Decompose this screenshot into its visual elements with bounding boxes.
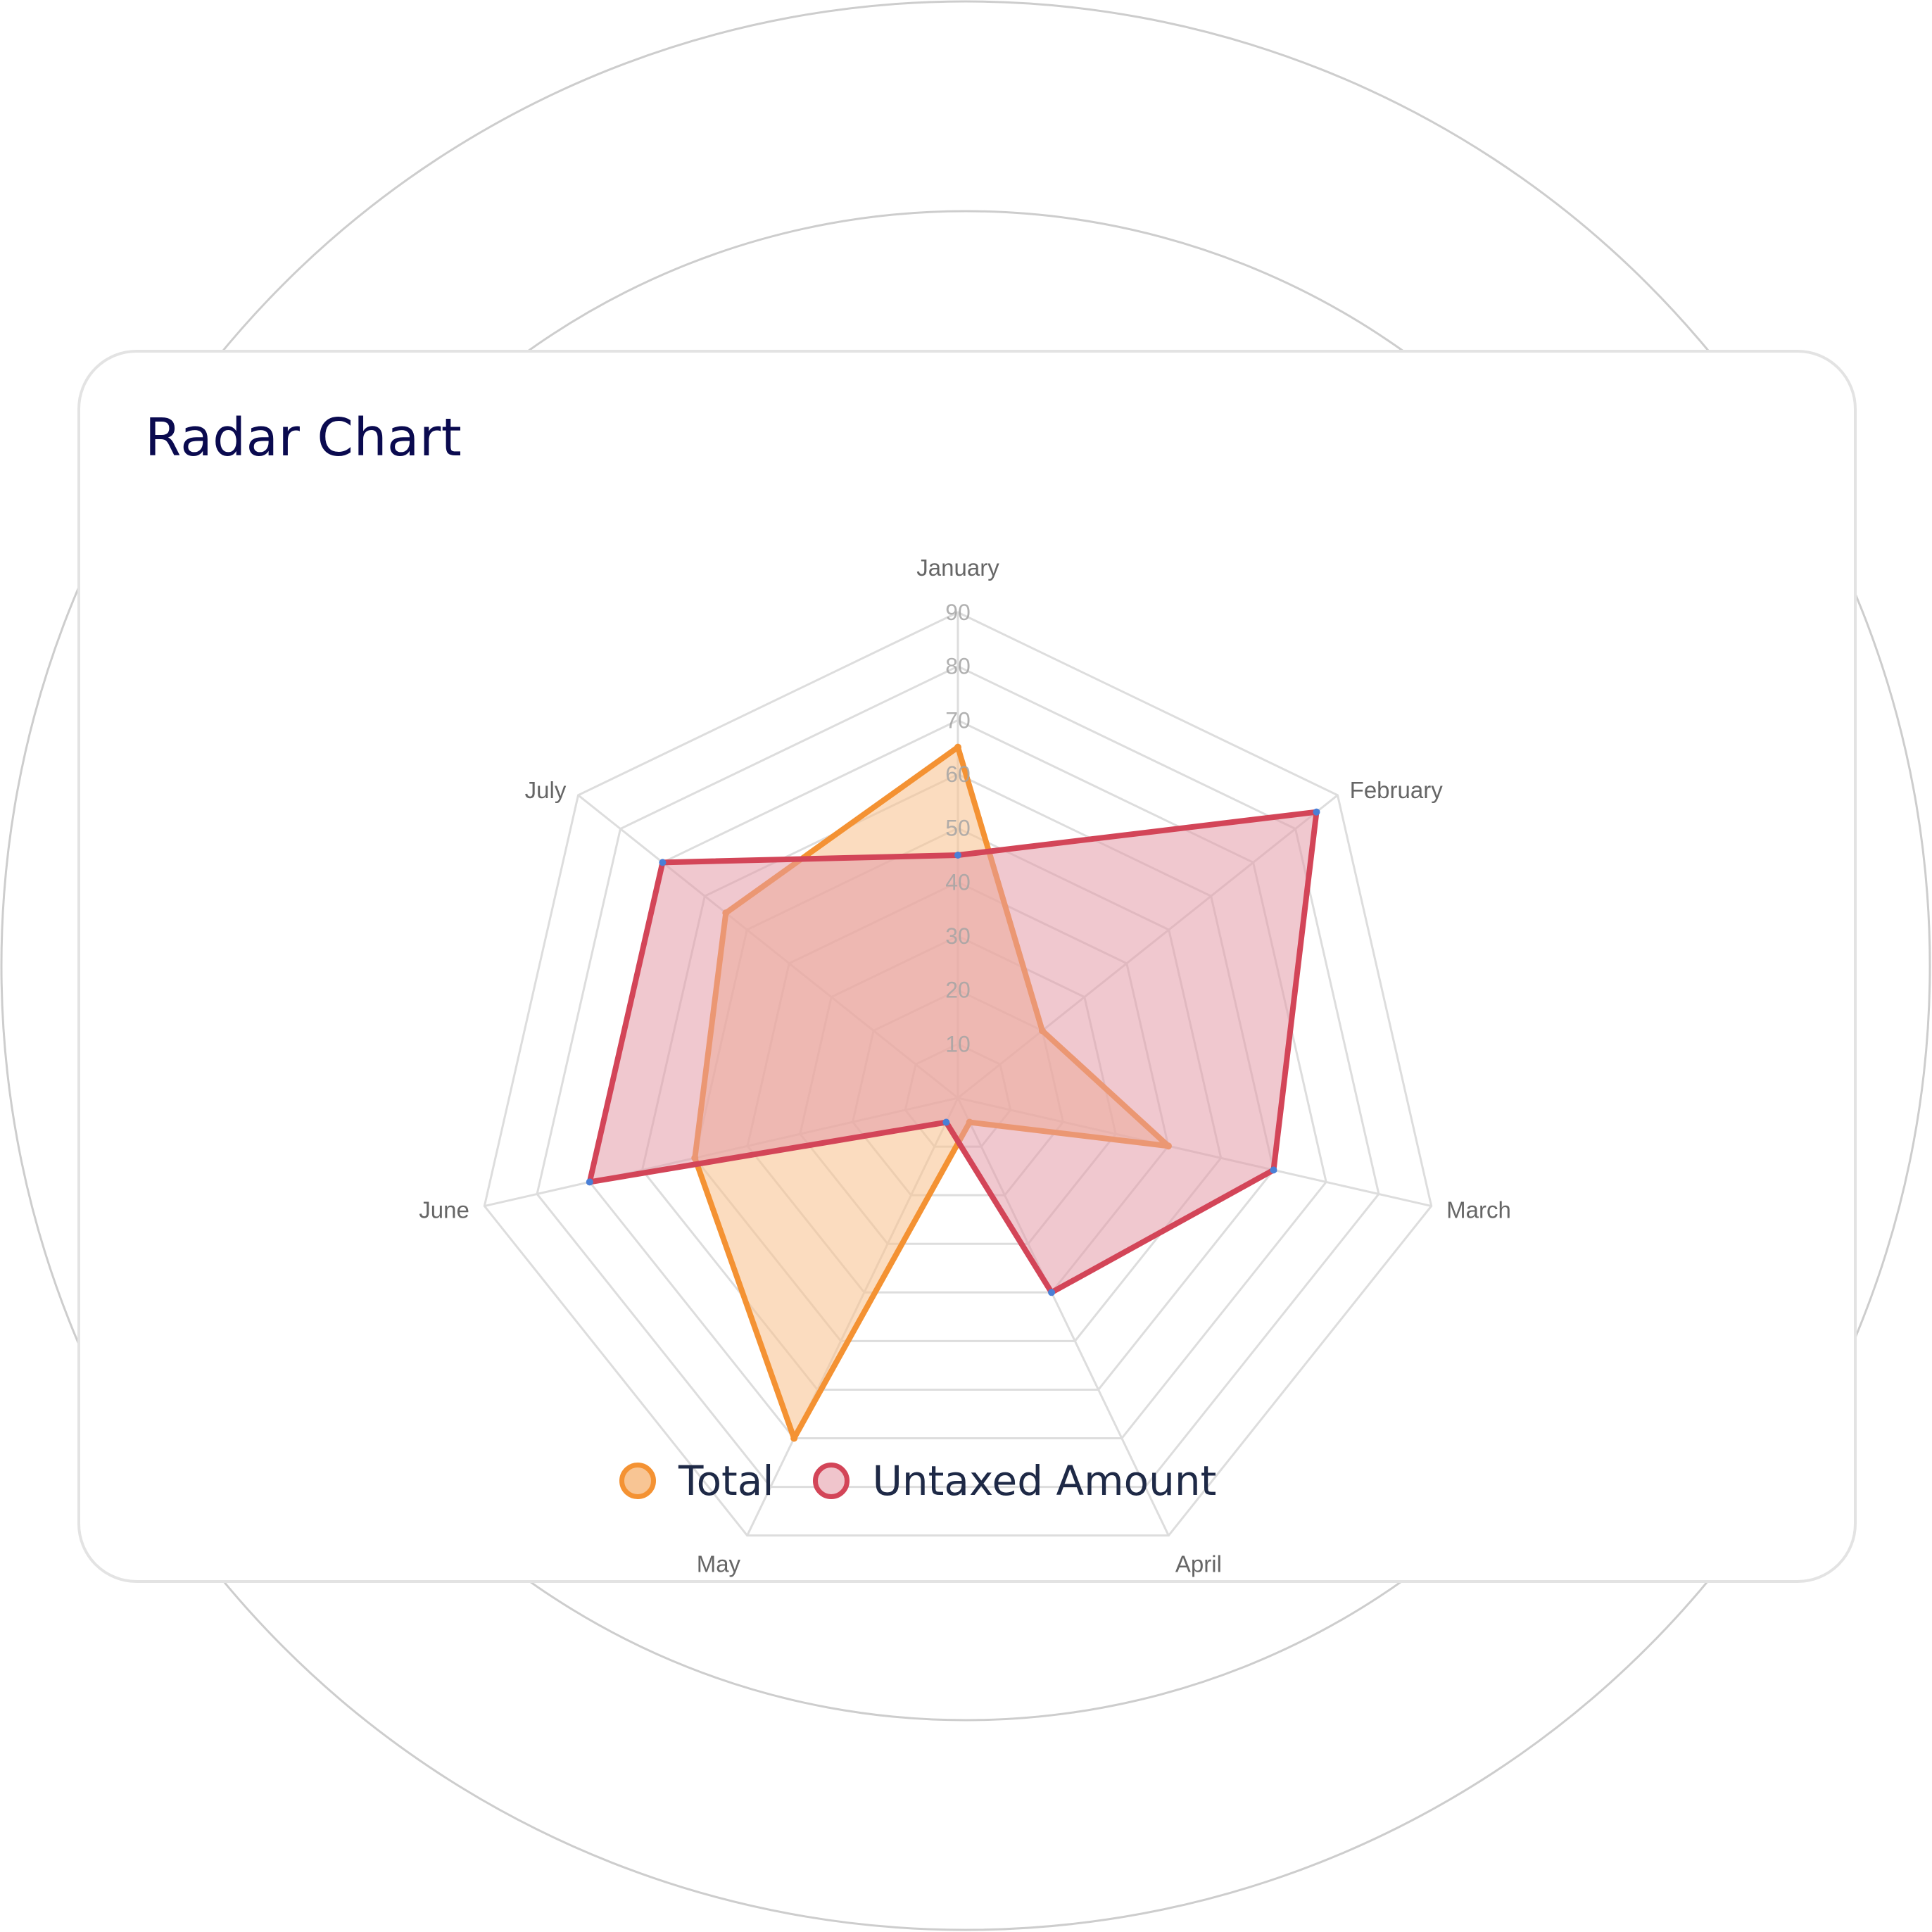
- legend-swatch-total: [619, 1463, 656, 1499]
- data-point-untaxed-amount-june: [586, 1178, 593, 1186]
- tick-label-70: 70: [945, 707, 971, 733]
- axis-label-february: February: [1350, 777, 1444, 803]
- data-point-untaxed-amount-january: [954, 852, 961, 859]
- axis-label-january: January: [916, 555, 999, 581]
- tick-label-30: 30: [945, 923, 971, 949]
- axis-label-may: May: [697, 1551, 741, 1577]
- data-point-total-may: [790, 1434, 798, 1442]
- data-point-untaxed-amount-april: [1048, 1289, 1056, 1296]
- tick-label-40: 40: [945, 869, 971, 895]
- data-point-untaxed-amount-may: [942, 1118, 950, 1126]
- legend-item-total[interactable]: Total: [619, 1457, 774, 1505]
- axis-label-june: June: [419, 1197, 469, 1223]
- tick-label-20: 20: [945, 978, 971, 1003]
- tick-label-80: 80: [945, 654, 971, 679]
- tick-label-90: 90: [945, 600, 971, 625]
- legend-label-total: Total: [678, 1457, 774, 1505]
- legend-item-untaxed-amount[interactable]: Untaxed Amount: [813, 1457, 1216, 1505]
- tick-label-10: 10: [945, 1031, 971, 1056]
- data-point-untaxed-amount-march: [1270, 1166, 1277, 1174]
- legend-label-untaxed-amount: Untaxed Amount: [872, 1457, 1217, 1505]
- data-point-untaxed-amount-february: [1313, 808, 1320, 816]
- axis-label-july: July: [525, 777, 567, 803]
- axis-label-march: March: [1446, 1197, 1511, 1223]
- legend-swatch-untaxed-amount: [813, 1463, 850, 1499]
- axis-label-april: April: [1175, 1551, 1222, 1577]
- tick-label-60: 60: [945, 762, 971, 787]
- chart-legend: Total Untaxed Amount: [619, 1453, 1256, 1508]
- tick-label-50: 50: [945, 816, 971, 841]
- radar-chart: 10 20 30 40 50 60 70 80 90 January February March Ap…: [419, 555, 1511, 1577]
- data-point-total-january: [954, 743, 961, 751]
- data-point-untaxed-amount-july: [659, 859, 667, 866]
